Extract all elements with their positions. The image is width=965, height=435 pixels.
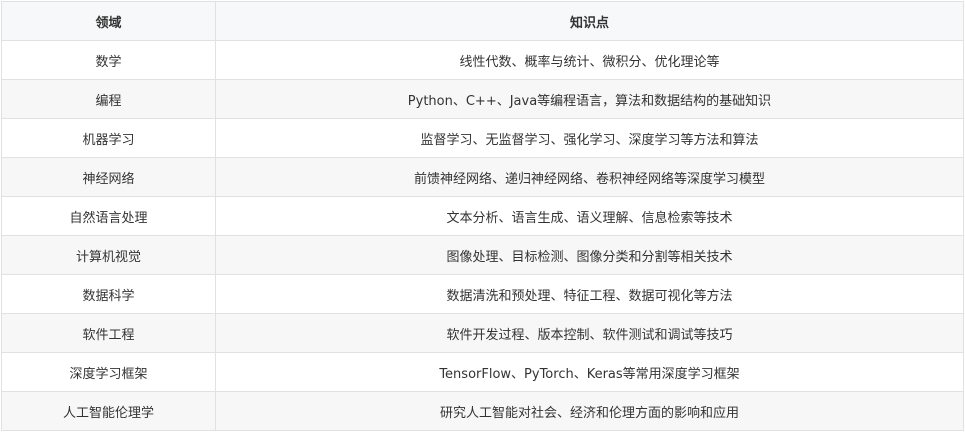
table-row: 计算机视觉 图像处理、目标检测、图像分类和分割等相关技术 — [1, 235, 964, 275]
knowledge-cell: Python、C++、Java等编程语言，算法和数据结构的基础知识 — [215, 79, 964, 119]
domain-cell: 自然语言处理 — [1, 196, 216, 236]
knowledge-cell: 线性代数、概率与统计、微积分、优化理论等 — [215, 40, 964, 80]
knowledge-cell: 监督学习、无监督学习、强化学习、深度学习等方法和算法 — [215, 118, 964, 158]
table-row: 数学 线性代数、概率与统计、微积分、优化理论等 — [1, 40, 964, 80]
domain-cell: 机器学习 — [1, 118, 216, 158]
table-row: 神经网络 前馈神经网络、递归神经网络、卷积神经网络等深度学习模型 — [1, 157, 964, 197]
domain-cell: 数据科学 — [1, 274, 216, 314]
table-row: 数据科学 数据清洗和预处理、特征工程、数据可视化等方法 — [1, 274, 964, 314]
table-row: 编程 Python、C++、Java等编程语言，算法和数据结构的基础知识 — [1, 79, 964, 119]
domain-cell: 编程 — [1, 79, 216, 119]
table-row: 自然语言处理 文本分析、语言生成、语义理解、信息检索等技术 — [1, 196, 964, 236]
header-domain: 领域 — [1, 1, 216, 41]
domain-cell: 神经网络 — [1, 157, 216, 197]
knowledge-cell: 图像处理、目标检测、图像分类和分割等相关技术 — [215, 235, 964, 275]
domain-cell: 人工智能伦理学 — [1, 391, 216, 431]
table-row: 机器学习 监督学习、无监督学习、强化学习、深度学习等方法和算法 — [1, 118, 964, 158]
domain-cell: 软件工程 — [1, 313, 216, 353]
header-knowledge: 知识点 — [215, 1, 964, 41]
knowledge-cell: 研究人工智能对社会、经济和伦理方面的影响和应用 — [215, 391, 964, 431]
header-row: 领域 知识点 — [1, 1, 964, 41]
domain-cell: 数学 — [1, 40, 216, 80]
table-body: 数学 线性代数、概率与统计、微积分、优化理论等 编程 Python、C++、Ja… — [1, 40, 964, 431]
knowledge-cell: 软件开发过程、版本控制、软件测试和调试等技巧 — [215, 313, 964, 353]
knowledge-table: 领域 知识点 数学 线性代数、概率与统计、微积分、优化理论等 编程 Python… — [1, 1, 964, 431]
knowledge-cell: TensorFlow、PyTorch、Keras等常用深度学习框架 — [215, 352, 964, 392]
table-row: 深度学习框架 TensorFlow、PyTorch、Keras等常用深度学习框架 — [1, 352, 964, 392]
knowledge-cell: 文本分析、语言生成、语义理解、信息检索等技术 — [215, 196, 964, 236]
domain-cell: 计算机视觉 — [1, 235, 216, 275]
domain-cell: 深度学习框架 — [1, 352, 216, 392]
table-header: 领域 知识点 — [1, 1, 964, 41]
table-row: 人工智能伦理学 研究人工智能对社会、经济和伦理方面的影响和应用 — [1, 391, 964, 431]
table-row: 软件工程 软件开发过程、版本控制、软件测试和调试等技巧 — [1, 313, 964, 353]
knowledge-cell: 数据清洗和预处理、特征工程、数据可视化等方法 — [215, 274, 964, 314]
knowledge-cell: 前馈神经网络、递归神经网络、卷积神经网络等深度学习模型 — [215, 157, 964, 197]
